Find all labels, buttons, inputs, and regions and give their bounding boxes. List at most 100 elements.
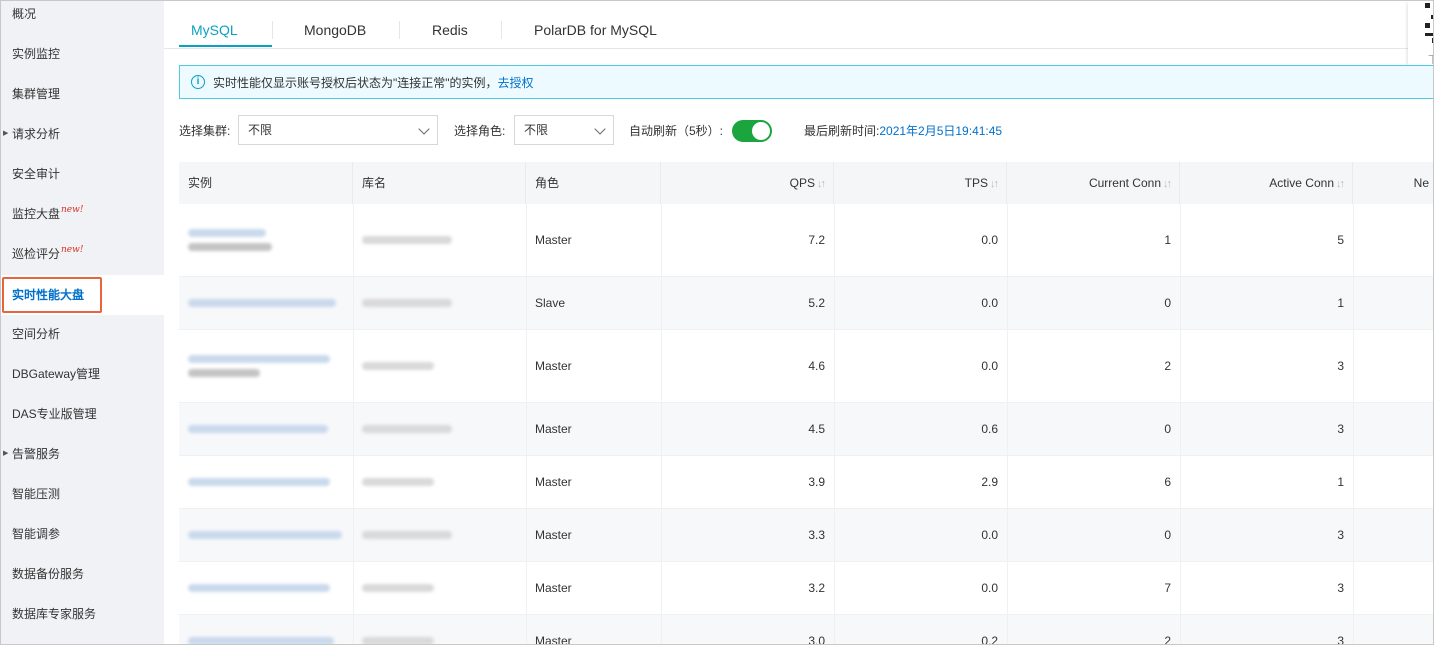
sidebar-item-security-audit[interactable]: 安全审计: [1, 154, 164, 194]
instance-cell-redacted[interactable]: [179, 330, 353, 402]
role-select[interactable]: 不限: [514, 115, 614, 145]
tps-cell: 0.0: [981, 296, 998, 310]
sidebar-item-label: 智能调参: [12, 527, 61, 541]
sidebar-item-request-analysis[interactable]: ▶ 请求分析: [1, 114, 164, 154]
chevron-down-icon: [594, 123, 606, 135]
active-conn-cell: 5: [1337, 233, 1344, 247]
sidebar-item-space-analysis[interactable]: 空间分析: [1, 314, 164, 354]
last-refresh: 最后刷新时间:2021年2月5日19:41:45: [804, 123, 1002, 139]
new-badge: new!: [61, 245, 84, 255]
column-header-qps[interactable]: QPS ↓↑: [661, 162, 834, 204]
instance-cell-redacted[interactable]: [179, 562, 353, 614]
table-row[interactable]: Slave 5.2 0.0 0 1: [179, 277, 1433, 330]
engine-tabs: MySQL MongoDB Redis PolarDB for MySQL: [164, 1, 1433, 49]
instance-cell-redacted[interactable]: [179, 456, 353, 508]
role-filter-label: 选择角色:: [454, 124, 506, 138]
auto-refresh-toggle[interactable]: [732, 120, 772, 142]
database-cell-redacted: [353, 204, 526, 276]
database-cell-redacted: [353, 330, 526, 402]
sidebar-item-das-pro[interactable]: DAS专业版管理: [1, 394, 164, 434]
sidebar-item-label: DAS专业版管理: [12, 407, 97, 421]
current-conn-cell: 2: [1164, 359, 1171, 373]
current-conn-cell: 7: [1164, 581, 1171, 595]
tab-mysql[interactable]: MySQL: [191, 19, 238, 41]
table-row[interactable]: Master 3.3 0.0 0 3: [179, 509, 1433, 562]
instance-cell-redacted[interactable]: [179, 403, 353, 455]
toggle-knob: [752, 122, 770, 140]
sidebar-item-label: DBGateway管理: [12, 367, 101, 381]
current-conn-cell: 0: [1164, 422, 1171, 436]
sort-icon[interactable]: ↓↑: [1163, 178, 1172, 190]
qps-cell: 3.2: [808, 581, 825, 595]
database-cell-redacted: [353, 615, 526, 644]
tps-cell: 0.0: [981, 581, 998, 595]
sort-icon[interactable]: ↓↑: [817, 178, 826, 190]
authorize-link[interactable]: 去授权: [498, 76, 534, 90]
active-conn-cell: 3: [1337, 528, 1344, 542]
sidebar-item-label: 请求分析: [12, 127, 61, 141]
tab-redis[interactable]: Redis: [432, 19, 468, 41]
table-row[interactable]: Master 7.2 0.0 1 5: [179, 204, 1433, 277]
sort-icon[interactable]: ↓↑: [990, 178, 999, 190]
qps-cell: 3.0: [808, 634, 825, 645]
sidebar-item-expert-service[interactable]: 数据库专家服务: [1, 594, 164, 634]
column-header-instance: 实例: [179, 162, 353, 204]
sidebar-item-param-tuning[interactable]: 智能调参: [1, 514, 164, 554]
role-cell: Master: [535, 233, 572, 247]
table-row[interactable]: Master 3.0 0.2 2 3: [179, 615, 1433, 645]
sidebar-item-label: 空间分析: [12, 327, 61, 341]
sidebar-item-alert-service[interactable]: ▶ 告警服务: [1, 434, 164, 474]
database-cell-redacted: [353, 403, 526, 455]
role-cell: Master: [535, 634, 572, 645]
sidebar-item-label: 智能压测: [12, 487, 61, 501]
tab-mongodb[interactable]: MongoDB: [304, 19, 366, 41]
table-row[interactable]: Master 3.9 2.9 6 1: [179, 456, 1433, 509]
column-header-database: 库名: [353, 162, 526, 204]
alert-text: 实时性能仅显示账号授权后状态为"连接正常"的实例，: [213, 76, 498, 90]
sidebar-item-inspection-score[interactable]: 巡检评分new!: [1, 234, 164, 274]
instance-cell-redacted[interactable]: [179, 277, 353, 329]
caret-right-icon: ▶: [3, 130, 9, 137]
qps-cell: 7.2: [808, 233, 825, 247]
instance-cell-redacted[interactable]: [179, 509, 353, 561]
tab-polardb-mysql[interactable]: PolarDB for MySQL: [534, 19, 657, 41]
active-conn-cell: 3: [1337, 359, 1344, 373]
database-cell-redacted: [353, 277, 526, 329]
instance-cell-redacted[interactable]: [179, 615, 353, 644]
sidebar-item-instance-monitor[interactable]: 实例监控: [1, 34, 164, 74]
active-conn-cell: 3: [1337, 581, 1344, 595]
column-header-label: QPS: [789, 176, 815, 190]
sort-icon[interactable]: ↓↑: [1336, 178, 1345, 190]
role-cell: Slave: [535, 296, 566, 310]
sidebar-item-label: 数据备份服务: [12, 567, 85, 581]
cluster-filter-label: 选择集群:: [179, 124, 231, 138]
table-row[interactable]: Master 3.2 0.0 7 3: [179, 562, 1433, 615]
sidebar-item-realtime-performance[interactable]: 实时性能大盘: [1, 275, 164, 315]
sidebar-item-dbgateway[interactable]: DBGateway管理: [1, 354, 164, 394]
tps-cell: 0.0: [981, 528, 998, 542]
app-frame: 概况 实例监控 集群管理 ▶ 请求分析 安全审计 监控大盘new! 巡检评分new…: [0, 0, 1434, 645]
active-conn-cell: 3: [1337, 634, 1344, 645]
current-conn-cell: 1: [1164, 233, 1171, 247]
sidebar-item-backup-service[interactable]: 数据备份服务: [1, 554, 164, 594]
column-header-current-conn[interactable]: Current Conn ↓↑: [1007, 162, 1180, 204]
qr-caption: 下: [1428, 51, 1433, 66]
sidebar-item-stress-test[interactable]: 智能压测: [1, 474, 164, 514]
column-header-active-conn[interactable]: Active Conn ↓↑: [1180, 162, 1353, 204]
table-row[interactable]: Master 4.6 0.0 2 3: [179, 330, 1433, 403]
sidebar-item-cluster-management[interactable]: 集群管理: [1, 74, 164, 114]
sidebar-item-label: 巡检评分: [12, 247, 61, 261]
role-cell: Master: [535, 475, 572, 489]
sidebar-item-monitor-dashboard[interactable]: 监控大盘new!: [1, 194, 164, 234]
column-header-label: TPS: [964, 176, 988, 190]
column-header-tps[interactable]: TPS ↓↑: [834, 162, 1007, 204]
role-cell: Master: [535, 528, 572, 542]
column-header-label: Current Conn: [1088, 176, 1161, 190]
table-row[interactable]: Master 4.5 0.6 0 3: [179, 403, 1433, 456]
active-tab-indicator: [179, 45, 272, 47]
instance-cell-redacted[interactable]: [179, 204, 353, 276]
new-badge: new!: [61, 205, 84, 215]
sidebar-item-overview[interactable]: 概况: [1, 1, 164, 34]
column-header-ne: Ne: [1353, 162, 1433, 204]
cluster-select[interactable]: 不限: [238, 115, 438, 145]
